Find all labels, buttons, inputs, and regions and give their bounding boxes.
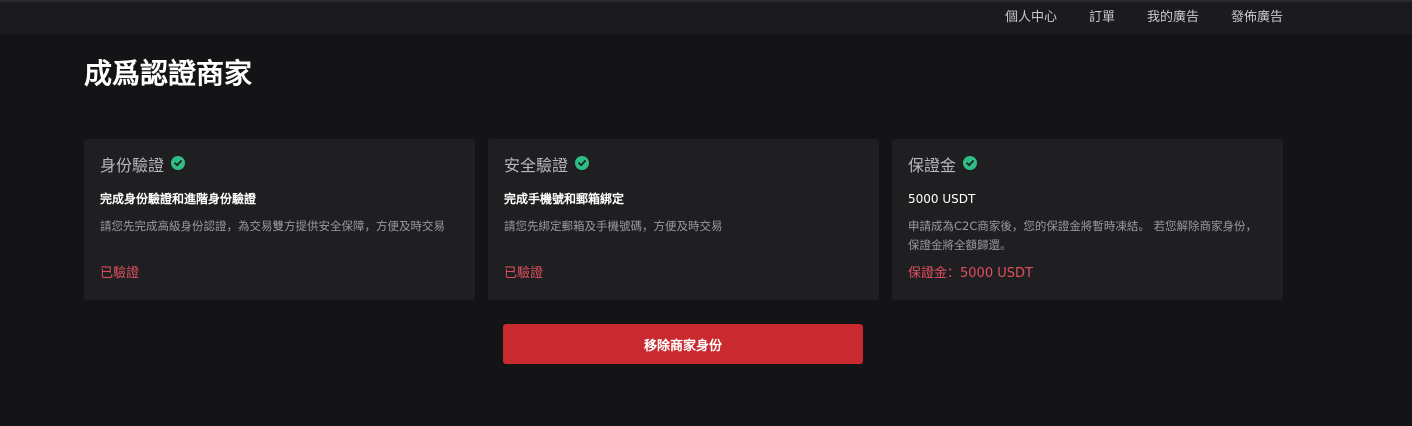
check-circle-icon [963, 156, 978, 170]
card-subtitle: 完成身份驗證和進階身份驗證 [100, 192, 257, 206]
card-subtitle: 完成手機號和郵箱綁定 [504, 192, 625, 206]
check-circle-icon [171, 156, 186, 170]
deposit-amount-label: 保證金：5000 USDT [908, 266, 1033, 281]
status-label: 已驗證 [100, 266, 140, 281]
card-title: 身份驗證 [100, 156, 165, 175]
nav-my-ads[interactable]: 我的廣告 [1147, 10, 1199, 26]
page-title: 成爲認證商家 [84, 57, 253, 90]
card-identity-verification: 身份驗證 完成身份驗證和進階身份驗證 請您先完成高級身份認證，為交易雙方提供安全… [84, 139, 475, 300]
card-header: 保證金 [908, 155, 1267, 177]
card-subtitle: 5000 USDT [908, 192, 976, 206]
nav-personal-center[interactable]: 個人中心 [1005, 10, 1057, 26]
card-title: 保證金 [908, 156, 957, 175]
card-title: 安全驗證 [504, 156, 569, 175]
remove-merchant-button[interactable]: 移除商家身份 [503, 324, 863, 364]
card-description: 請您先綁定郵箱及手機號碼，方便及時交易 [504, 219, 723, 233]
top-bar: 個人中心 訂單 我的廣告 發佈廣告 [0, 0, 1412, 34]
card-header: 安全驗證 [504, 155, 863, 177]
card-description: 申請成為C2C商家後，您的保證金將暫時凍結。 若您解除商家身份，保證金將全額歸還… [908, 219, 1258, 252]
status-label: 已驗證 [504, 266, 544, 281]
card-security-verification: 安全驗證 完成手機號和郵箱綁定 請您先綁定郵箱及手機號碼，方便及時交易 已驗證 [488, 139, 879, 300]
requirement-cards: 身份驗證 完成身份驗證和進階身份驗證 請您先完成高級身份認證，為交易雙方提供安全… [84, 139, 1283, 300]
check-circle-icon [575, 156, 590, 170]
card-header: 身份驗證 [100, 155, 459, 177]
top-nav: 個人中心 訂單 我的廣告 發佈廣告 [1005, 10, 1283, 26]
nav-orders[interactable]: 訂單 [1089, 10, 1115, 26]
card-description: 請您先完成高級身份認證，為交易雙方提供安全保障，方便及時交易 [100, 219, 445, 233]
nav-post-ad[interactable]: 發佈廣告 [1231, 10, 1283, 26]
card-deposit: 保證金 5000 USDT 申請成為C2C商家後，您的保證金將暫時凍結。 若您解… [892, 139, 1283, 300]
